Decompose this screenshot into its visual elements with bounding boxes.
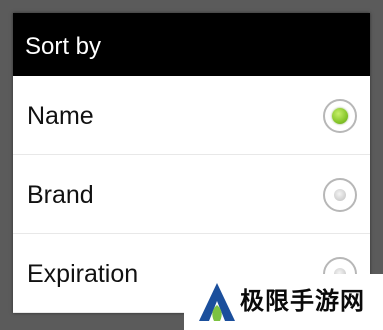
watermark-logo-icon — [199, 283, 235, 321]
option-label: Brand — [27, 181, 94, 209]
sort-option-brand[interactable]: Brand — [13, 155, 370, 234]
radio-dot — [332, 108, 348, 124]
option-label: Name — [27, 102, 94, 130]
watermark: 极限手游网 — [184, 274, 383, 330]
radio-button-checked[interactable] — [323, 99, 357, 133]
dialog-title: Sort by — [13, 13, 370, 76]
radio-dot — [334, 189, 346, 201]
option-label: Expiration — [27, 260, 139, 288]
radio-button-unchecked[interactable] — [323, 178, 357, 212]
sort-option-name[interactable]: Name — [13, 76, 370, 155]
watermark-text: 极限手游网 — [240, 288, 365, 315]
sort-dialog: Sort by Name Brand Expiration — [13, 13, 370, 313]
